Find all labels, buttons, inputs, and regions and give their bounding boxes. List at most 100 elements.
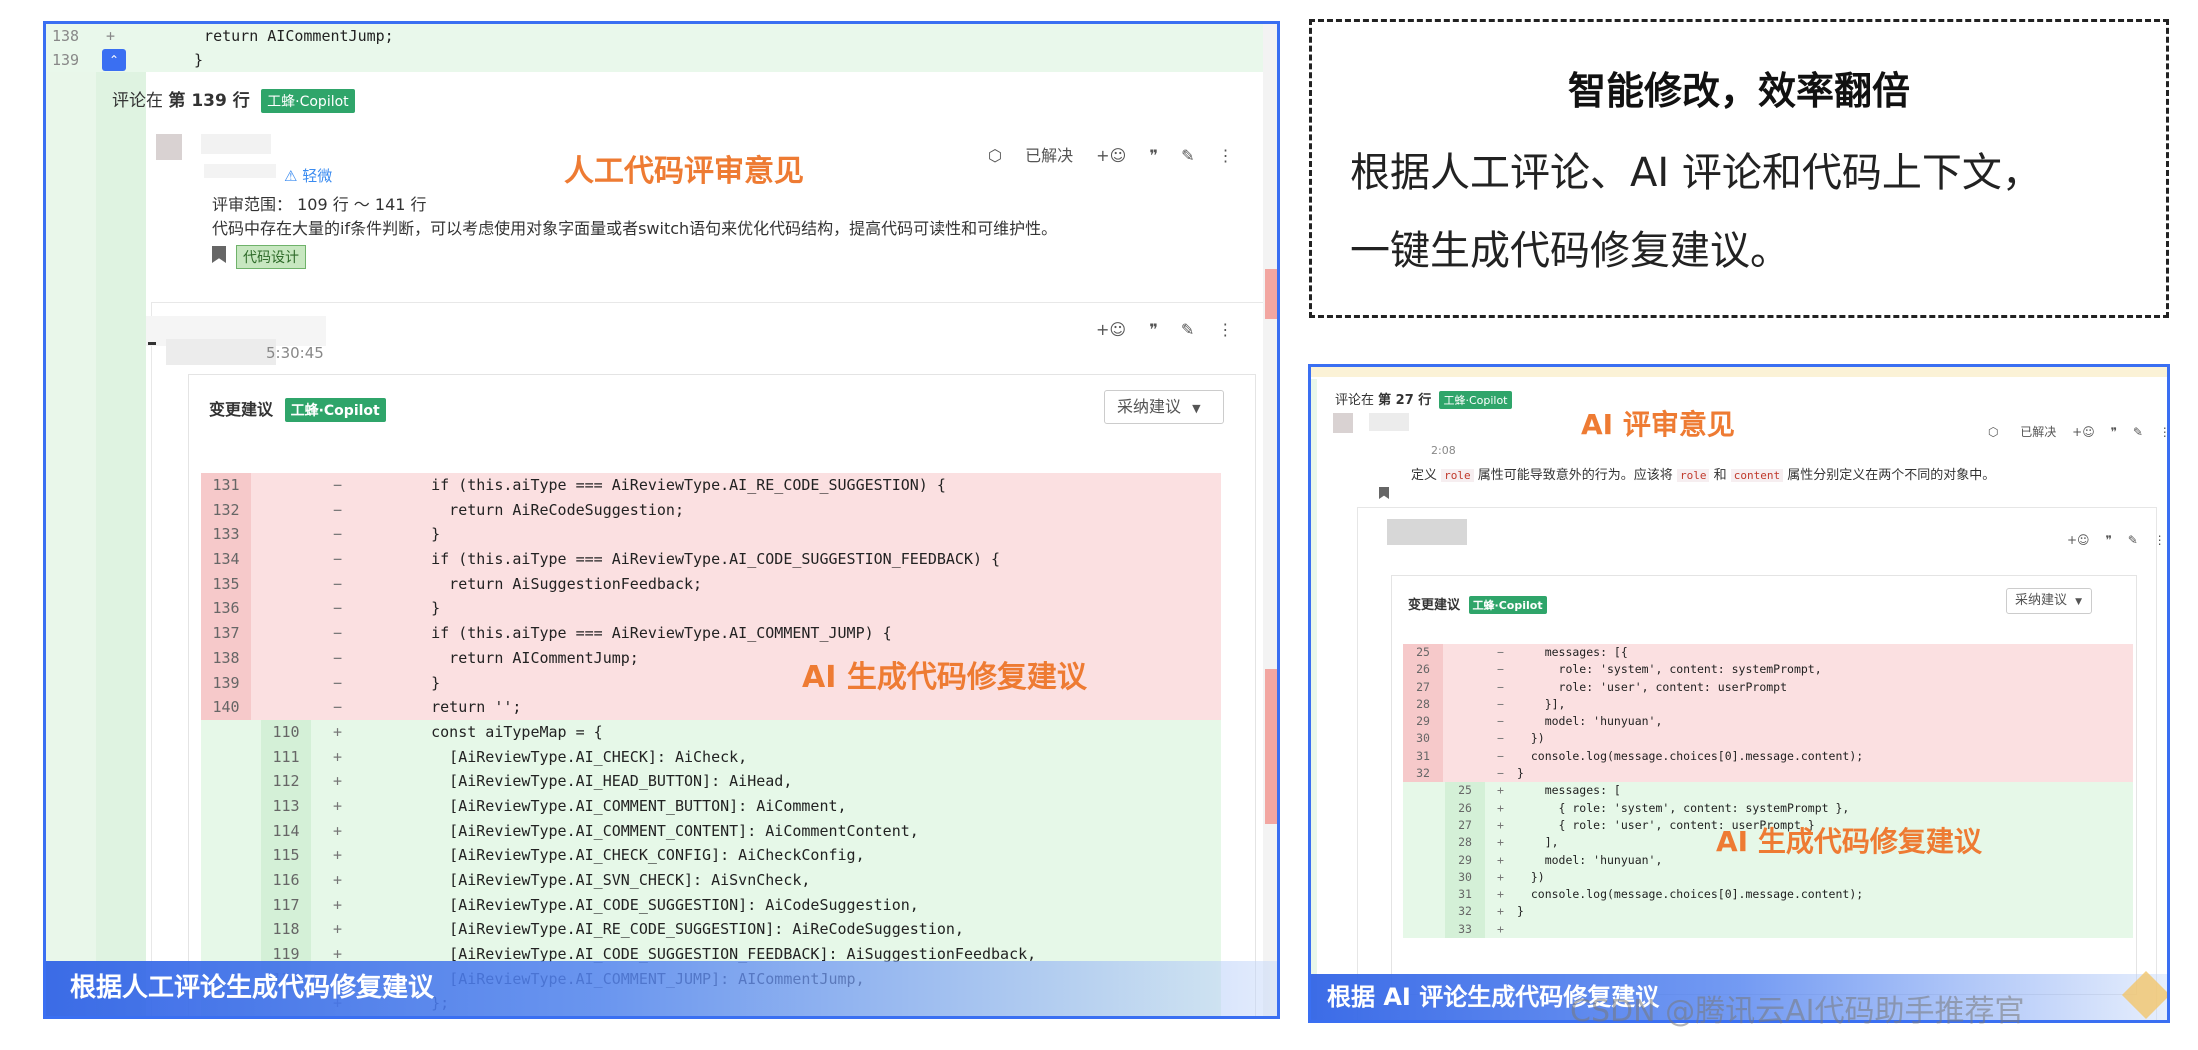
more-icon[interactable]: ⋮ <box>1218 146 1234 165</box>
code-text: }], <box>1517 696 1566 711</box>
diff-sign: − <box>333 500 343 519</box>
add-reaction-icon[interactable]: +☺ <box>2072 425 2095 439</box>
code-text: [AiReviewType.AI_CHECK_CONFIG]: AiCheckC… <box>395 846 865 865</box>
adopt-suggestion-button[interactable]: 采纳建议 ▼ <box>2006 588 2092 614</box>
more-icon[interactable]: ⋮ <box>2154 533 2166 547</box>
old-line-number: 25 <box>1403 644 1443 662</box>
code-text: return aiTypeMap[this.aiType] || ''; <box>395 1016 756 1019</box>
new-line-number: 116 <box>261 868 311 893</box>
suggestion-diff: 131 − if (this.aiType === AiReviewType.AI… <box>201 473 1221 1019</box>
resolved-button[interactable]: ⬡ 已解决 <box>988 146 1073 165</box>
code-text: model: 'hunyuan', <box>1517 852 1663 867</box>
edit-icon[interactable]: ✎ <box>1181 320 1194 339</box>
avatar[interactable] <box>1333 413 1353 433</box>
reply-author-blurred <box>1387 519 1467 545</box>
bookmark-icon[interactable] <box>1379 487 1389 499</box>
quote-icon[interactable]: ❞ <box>1149 320 1158 339</box>
diff-sign: + <box>1497 835 1504 850</box>
diff-row-removed: 135 − return AiSuggestionFeedback; <box>201 571 1221 597</box>
diff-sign: + <box>333 821 343 840</box>
old-line-number: 27 <box>1403 678 1443 696</box>
code-text: role: 'user', content: userPrompt <box>1517 679 1788 694</box>
diff-sign: − <box>1497 714 1504 729</box>
code-text: } <box>194 51 204 69</box>
comment-actions: ⬡ 已解决 +☺ ❞ ✎ ⋮ <box>1988 423 2167 440</box>
comment-header-prefix: 评论在 <box>1335 393 1375 408</box>
diff-row-removed: 133 − } <box>201 522 1221 548</box>
comment-header-prefix: 评论在 <box>112 91 163 111</box>
resolved-button[interactable]: ⬡ 已解决 <box>1988 425 2056 439</box>
tagline-line: 根据人工评论、AI 评论和代码上下文， <box>1350 150 2042 196</box>
diff-sign: + <box>106 27 116 45</box>
scrollbar-marker <box>1265 669 1277 824</box>
quote-icon[interactable]: ❞ <box>2105 533 2111 547</box>
code-text: const aiTypeMap = { <box>395 722 603 741</box>
adopt-suggestion-label: 采纳建议 <box>1117 397 1182 416</box>
diff-row-removed: 140 − return ''; <box>201 695 1221 720</box>
reply-author-blurred <box>166 339 276 365</box>
diff-row-removed: 136 − } <box>201 596 1221 622</box>
old-line-number: 30 <box>1403 730 1443 748</box>
diff-sign: − <box>333 550 343 569</box>
scrollbar[interactable] <box>1263 24 1277 1016</box>
new-line-number: 28 <box>1445 834 1485 852</box>
code-text: } <box>395 599 441 618</box>
more-icon[interactable]: ⋮ <box>2159 425 2167 439</box>
code-line <box>1311 367 2167 377</box>
diff-row-removed: 134 − if (this.aiType === AiReviewType.AI… <box>201 547 1221 572</box>
diff-sign: − <box>1497 679 1504 694</box>
add-reaction-icon[interactable]: +☺ <box>1096 146 1126 165</box>
category-tag: 代码设计 <box>236 245 306 269</box>
old-line-number: 29 <box>1403 713 1443 731</box>
edit-icon[interactable]: ✎ <box>1181 146 1194 165</box>
severity-badge: ⚠ 轻微 <box>284 167 333 185</box>
review-range: 评审范围： 109 行 ～ 141 行 <box>212 195 427 214</box>
diff-row-added: 118 + [AiReviewType.AI_RE_CODE_SUGGESTION… <box>201 917 1221 943</box>
comment-line-number: 第 139 行 <box>168 91 250 111</box>
old-line-number: 26 <box>1403 661 1443 679</box>
ai-fix-label: AI 生成代码修复建议 <box>802 660 1087 695</box>
new-line-number: 33 <box>1445 920 1485 939</box>
quote-icon[interactable]: ❞ <box>2111 425 2117 439</box>
reply-actions: +☺ ❞ ✎ ⋮ <box>2067 533 2166 547</box>
diff-sign: + <box>333 772 343 791</box>
bookmark-icon[interactable] <box>212 246 226 263</box>
code-text: [AiReviewType.AI_CODE_SUGGESTION]: AiCod… <box>395 895 919 914</box>
code-text: console.log(message.choices[0].message.c… <box>1517 748 1864 763</box>
add-reaction-icon[interactable]: +☺ <box>2067 533 2090 547</box>
more-icon[interactable]: ⋮ <box>1217 320 1233 339</box>
adopt-suggestion-button[interactable]: 采纳建议 ▼ <box>1104 390 1224 424</box>
diff-sign: + <box>1497 869 1504 884</box>
quote-icon[interactable]: ❞ <box>1149 146 1158 165</box>
copilot-tag: 工蜂·Copilot <box>284 398 386 422</box>
old-line-number: 132 <box>201 497 251 523</box>
diff-sign: − <box>333 574 343 593</box>
code-text: [AiReviewType.AI_HEAD_BUTTON]: AiHead, <box>395 772 793 791</box>
comment-text: 属性分别定义在两个不同的对象中。 <box>1787 468 1996 483</box>
watermark: CSDN @腾讯云AI代码助手推荐官 <box>1570 994 2025 1029</box>
add-reaction-icon[interactable]: +☺ <box>1096 320 1126 339</box>
suggestion-title-text: 变更建议 <box>209 400 274 419</box>
suggestion-title: 变更建议 工蜂·Copilot <box>1408 594 1547 614</box>
old-line-number: 131 <box>201 473 251 498</box>
diff-sign: − <box>1497 748 1504 763</box>
code-text: if (this.aiType === AiReviewType.AI_CODE… <box>395 550 1001 569</box>
diff-row-added: 114 + [AiReviewType.AI_COMMENT_CONTENT]: … <box>201 818 1221 844</box>
diff-row-removed: 137 − if (this.aiType === AiReviewType.AI… <box>201 621 1221 646</box>
diff-row-added: 116 + [AiReviewType.AI_SVN_CHECK]: AiSvnC… <box>201 868 1221 893</box>
code-text: } <box>1517 766 1524 781</box>
reply-marker <box>148 342 156 345</box>
edit-icon[interactable]: ✎ <box>2128 533 2138 547</box>
diff-row-removed: 28 − }], <box>1403 695 2133 714</box>
avatar[interactable] <box>156 134 182 160</box>
username-blurred <box>201 134 271 154</box>
diff-sign: + <box>333 920 343 939</box>
edit-icon[interactable]: ✎ <box>2133 425 2143 439</box>
collapse-comment-icon[interactable]: ⌃ <box>102 49 126 71</box>
new-line-number: 110 <box>261 719 311 745</box>
diff-row-added: 31 + console.log(message.choices[0].messa… <box>1403 886 2133 904</box>
suggestion-title-text: 变更建议 <box>1408 598 1461 613</box>
comment-line-number: 第 27 行 <box>1378 393 1432 408</box>
diff-sign: + <box>333 895 343 914</box>
diff-sign: − <box>1497 766 1504 781</box>
